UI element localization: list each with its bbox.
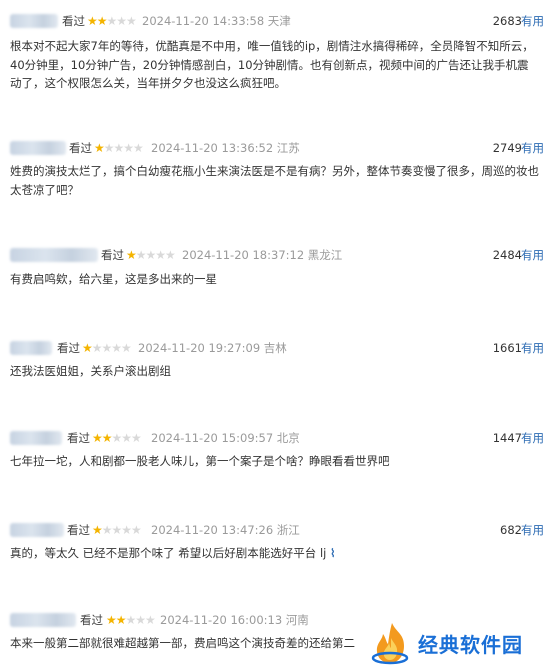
- vote-count: 2749: [492, 141, 522, 155]
- watched-label: 看过: [101, 248, 124, 262]
- vote-count: 1447: [492, 431, 522, 445]
- rating-stars: ★★★★★: [94, 141, 144, 155]
- blurred-username: [10, 613, 76, 627]
- review-content: 还我法医姐姐，关系户滚出剧组: [10, 364, 171, 378]
- review-time-location: 2024-11-20 19:27:09 吉林: [138, 341, 287, 355]
- useful-button[interactable]: 有用: [521, 339, 544, 357]
- useful-button[interactable]: 有用: [521, 429, 544, 447]
- review-content: 有费启鸣欸，给六星，这是多出来的一星: [10, 272, 217, 286]
- vote-count: 2484: [492, 248, 522, 262]
- rating-stars: ★★★★★: [87, 14, 137, 28]
- review-time-location: 2024-11-20 16:00:13 河南: [160, 613, 309, 627]
- watched-label: 看过: [62, 14, 85, 28]
- blurred-username: [10, 341, 52, 355]
- watermark-text: 经典软件园: [418, 632, 523, 657]
- blurred-username: [10, 141, 66, 155]
- review-time-location: 2024-11-20 15:09:57 北京: [151, 431, 300, 445]
- review-content-text: 真的，等太久 已经不是那个味了 希望以后好剧本能选好平台 lj: [10, 546, 327, 560]
- rating-stars: ★★★★★: [126, 248, 176, 262]
- useful-button[interactable]: 有用: [521, 12, 544, 30]
- useful-button[interactable]: 有用: [521, 139, 544, 157]
- review-time-location: 2024-11-20 13:47:26 浙江: [151, 523, 300, 537]
- watched-label: 看过: [67, 431, 90, 445]
- rating-stars: ★★★★★: [92, 523, 142, 537]
- rating-stars: ★★★★★: [106, 613, 156, 627]
- useful-button[interactable]: 有用: [521, 246, 544, 264]
- rating-stars: ★★★★★: [92, 431, 142, 445]
- vote-count: 1661: [492, 341, 522, 355]
- fist-emoji-icon: ⌇: [330, 546, 336, 560]
- watermark: 经典软件园: [362, 617, 550, 669]
- review-content: 真的，等太久 已经不是那个味了 希望以后好剧本能选好平台 lj ⌇: [10, 544, 540, 563]
- review-time-location: 2024-11-20 13:36:52 江苏: [151, 141, 300, 155]
- review-content: 七年拉一坨，人和剧都一股老人味儿，第一个案子是个啥？睁眼看看世界吧: [10, 454, 390, 468]
- blurred-username: [10, 523, 64, 537]
- review-time-location: 2024-11-20 18:37:12 黑龙江: [182, 248, 343, 262]
- vote-count: 2683: [492, 14, 522, 28]
- watched-label: 看过: [69, 141, 92, 155]
- blurred-username: [10, 431, 62, 445]
- blurred-username: [10, 14, 58, 28]
- review-time-location: 2024-11-20 14:33:58 天津: [142, 14, 291, 28]
- useful-button[interactable]: 有用: [521, 521, 544, 539]
- watched-label: 看过: [80, 613, 103, 627]
- rating-stars: ★★★★★: [82, 341, 132, 355]
- review-content: 根本对不起大家7年的等待，优酷真是不中用，唯一值钱的ip，剧情注水搞得稀碎，全员…: [10, 39, 534, 90]
- watched-label: 看过: [67, 523, 90, 537]
- vote-count: 682: [500, 523, 522, 537]
- watched-label: 看过: [57, 341, 80, 355]
- flame-logo-icon: [368, 620, 414, 666]
- blurred-username: [10, 248, 98, 262]
- review-content: 姓费的演技太烂了，搞个白幼瘦花瓶小生来演法医是不是有病？另外，整体节奏变慢了很多…: [10, 164, 539, 197]
